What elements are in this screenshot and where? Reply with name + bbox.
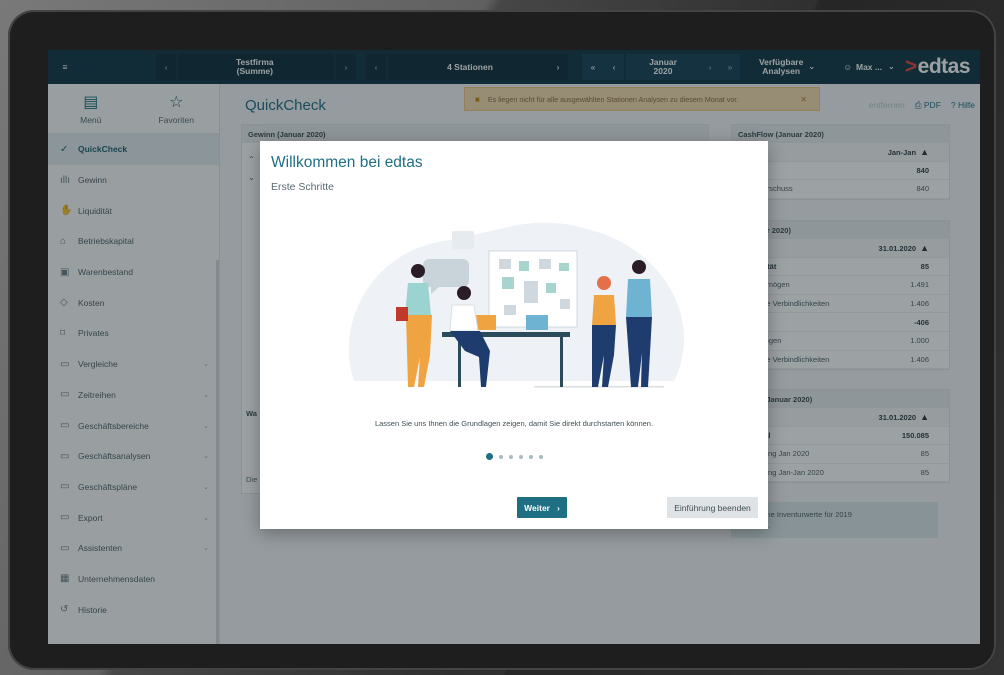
step-dot[interactable] bbox=[485, 453, 493, 460]
step-dot[interactable] bbox=[518, 454, 523, 459]
step-dot[interactable] bbox=[538, 454, 543, 459]
step-dot[interactable] bbox=[508, 454, 513, 459]
step-indicator bbox=[260, 453, 768, 460]
dialog-text: Lassen Sie uns Ihnen die Grundlagen zeig… bbox=[374, 419, 654, 428]
dialog-subtitle: Erste Schritte bbox=[271, 181, 335, 193]
dialog-title: Willkommen bei edtas bbox=[271, 154, 423, 171]
chevron-right-icon: › bbox=[556, 502, 560, 513]
end-tour-button[interactable]: Einführung beenden bbox=[667, 497, 758, 518]
next-button[interactable]: Weiter › bbox=[517, 497, 567, 518]
step-dot[interactable] bbox=[528, 454, 533, 459]
welcome-dialog: Willkommen bei edtas Erste Schritte Lass… bbox=[260, 141, 768, 529]
next-label: Weiter bbox=[524, 502, 550, 513]
app-screen: ≡ ‹ Testfirma (Summe) › ‹ 4 Stationen › … bbox=[48, 50, 980, 644]
step-dot[interactable] bbox=[498, 454, 503, 459]
team-illustration bbox=[348, 222, 685, 388]
